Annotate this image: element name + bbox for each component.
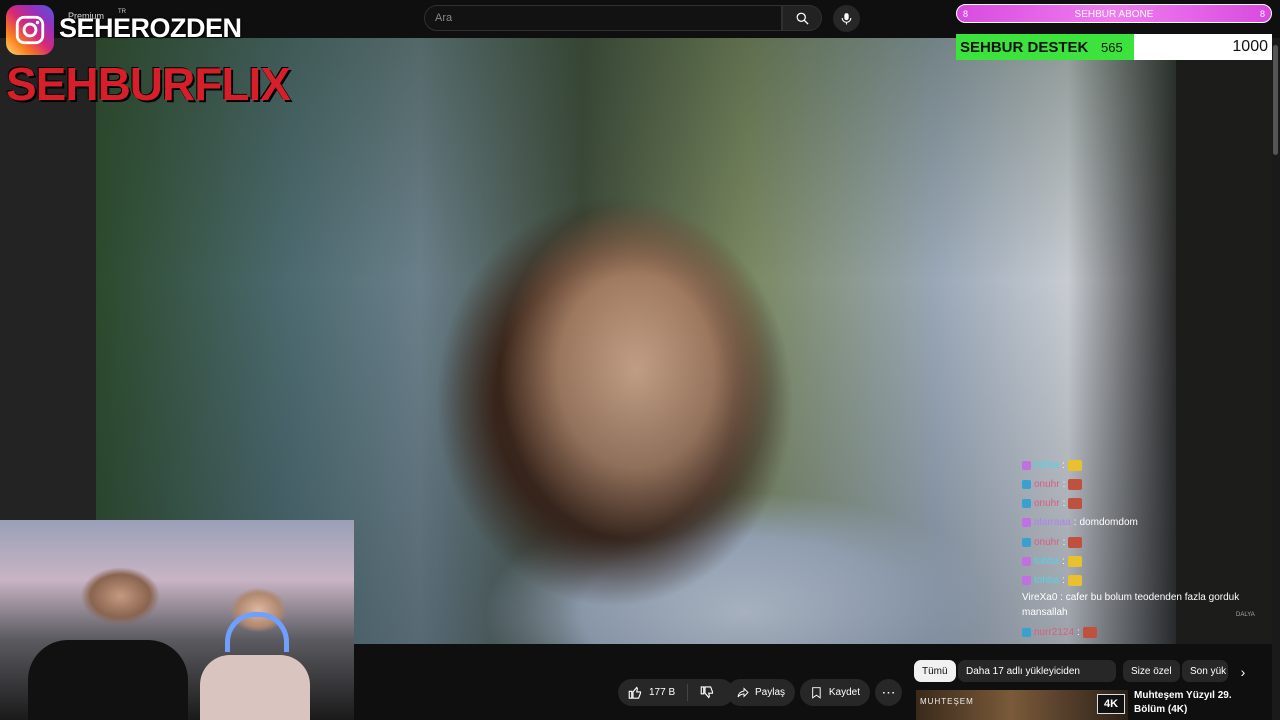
support-goal-target: 1000 [1232, 38, 1268, 55]
chevron-right-icon: › [1240, 664, 1246, 680]
search-button[interactable] [782, 5, 822, 31]
chip-uploader[interactable]: Daha 17 adlı yükleyiciden [958, 660, 1116, 682]
thumbnail-text: MUHTEŞEM [920, 697, 974, 706]
instagram-icon [6, 5, 54, 55]
chip-recent[interactable]: Son yük [1182, 660, 1228, 682]
streamer-right [200, 655, 310, 720]
chat-emote-icon [1067, 575, 1082, 587]
chip-all[interactable]: Tümü [914, 660, 956, 682]
channel-brand: SEHBURFLIX [6, 58, 291, 110]
chip-for-you[interactable]: Size özel [1123, 660, 1180, 682]
like-divider [687, 684, 688, 701]
chat-message: onuhr : [1022, 533, 1083, 551]
chat-username: onuhr [1034, 536, 1060, 548]
support-goal-title: SEHBUR DESTEK [960, 39, 1089, 56]
chat-text: domdomdom [1079, 517, 1138, 529]
streamer-left [28, 640, 188, 720]
more-button[interactable]: ⋯ [875, 679, 902, 706]
chat-username: onuhr [1034, 498, 1060, 510]
quality-badge: 4K [1097, 694, 1125, 714]
save-button[interactable]: Kaydet [800, 679, 870, 706]
chat-message: onuhr : [1022, 495, 1083, 513]
scrollbar-thumb[interactable] [1273, 45, 1278, 155]
save-icon [812, 687, 821, 699]
chat-badge-icon [1022, 537, 1031, 547]
chip-label: Tümü [922, 665, 948, 677]
chat-emote-icon [1068, 498, 1083, 510]
chat-message: tohba : [1022, 572, 1082, 590]
chat-username: tohba [1034, 459, 1060, 471]
chip-label: Daha 17 adlı yükleyiciden [966, 665, 1080, 677]
dislike-icon [700, 686, 713, 699]
chat-badge-icon [1022, 576, 1031, 586]
chat-username: onuhr [1034, 478, 1060, 490]
subscriber-goal-bar: 8 SEHBUR ABONE 8 [956, 4, 1272, 23]
sub-goal-right-value: 8 [1259, 9, 1265, 19]
share-label: Paylaş [754, 687, 785, 698]
more-icon: ⋯ [881, 684, 896, 700]
share-icon [737, 687, 749, 698]
chat-badge-icon [1022, 518, 1031, 528]
chat-message: nurr2124 : [1022, 623, 1097, 641]
chat-username: nurr2124 [1034, 626, 1075, 638]
recommended-title[interactable]: Muhteşem Yüzyıl 29. Bölüm (4K) [1134, 689, 1264, 717]
voice-search-button[interactable] [833, 5, 860, 32]
search-input[interactable]: Ara [424, 5, 782, 31]
instagram-handle: SEHEROZDEN [59, 13, 242, 43]
chat-badge-icon [1022, 460, 1031, 470]
support-goal-current: 565 [1101, 40, 1123, 55]
chat-username: VireXa0 [1022, 592, 1058, 603]
chat-username: tohba [1034, 575, 1060, 587]
chat-emote-icon [1068, 536, 1083, 548]
chat-emote-icon [1067, 459, 1082, 471]
search-placeholder: Ara [435, 12, 453, 24]
video-watermark: DALYA [1236, 612, 1255, 618]
chat-message: onuhr : [1022, 475, 1083, 493]
mic-icon [841, 13, 852, 25]
chips-next-button[interactable]: › [1233, 662, 1253, 682]
chat-emote-icon [1068, 478, 1083, 490]
share-button[interactable]: Paylaş [727, 679, 795, 706]
chat-message: alarraaa : domdomdom [1022, 514, 1138, 532]
chat-badge-icon [1022, 557, 1031, 566]
chat-badge-icon [1022, 627, 1031, 637]
chat-username: alarraaa [1034, 517, 1071, 529]
chat-badge-icon [1022, 499, 1031, 509]
quality-badge-text: 4K [1103, 698, 1119, 710]
chat-username: tohba [1034, 556, 1060, 567]
chip-label: Son yük [1190, 665, 1227, 677]
sub-goal-label: SEHBUR ABONE [1074, 9, 1154, 20]
chip-label: Size özel [1131, 665, 1172, 677]
like-icon [628, 686, 642, 699]
chat-emote-icon [1067, 556, 1082, 567]
search-icon [796, 12, 809, 25]
chat-message: VireXa0 : cafer bu bolum teodenden fazla… [1022, 592, 1240, 618]
dislike-button[interactable] [692, 679, 722, 706]
support-goal-widget: SEHBUR DESTEK 565 1000 [956, 34, 1272, 60]
chat-badge-icon [1022, 479, 1031, 489]
save-label: Kaydet [828, 687, 860, 698]
chat-emote-icon [1082, 626, 1097, 638]
chat-message: tohba : [1022, 553, 1082, 571]
chat-message: tohba : [1022, 456, 1082, 474]
like-count: 177 B [649, 687, 676, 698]
